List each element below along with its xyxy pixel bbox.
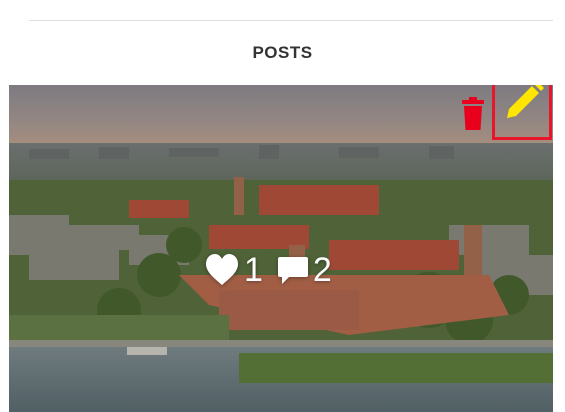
post-stats: 1 2 [204, 253, 332, 287]
pencil-icon [507, 85, 544, 118]
likes-count: 1 [244, 251, 263, 289]
comment-icon [277, 257, 308, 284]
top-divider [29, 20, 553, 21]
edit-post-button[interactable] [492, 85, 552, 140]
trash-icon [462, 97, 484, 130]
delete-post-button[interactable] [455, 96, 491, 132]
comment-stat[interactable]: 2 [277, 253, 332, 287]
heart-icon [206, 254, 238, 285]
section-title: POSTS [252, 43, 313, 62]
post-card[interactable]: 1 2 [9, 85, 553, 412]
like-stat[interactable]: 1 [204, 253, 263, 287]
photo-overlay [9, 85, 553, 412]
comments-count: 2 [312, 251, 332, 289]
